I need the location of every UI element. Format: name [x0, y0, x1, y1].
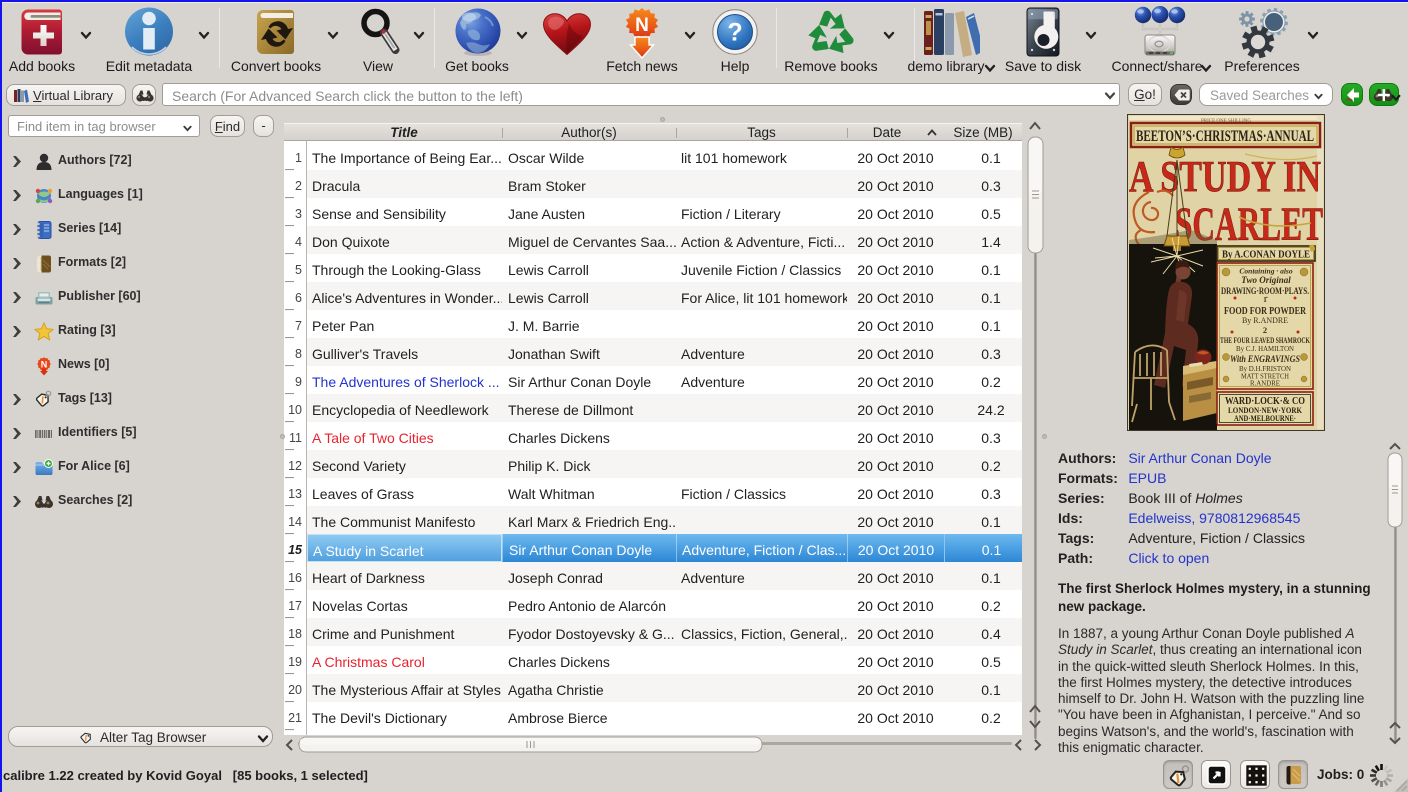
- svg-text:By C.J. HAMILTON: By C.J. HAMILTON: [1236, 344, 1295, 353]
- svg-text:R.ANDRE: R.ANDRE: [1250, 379, 1280, 388]
- svg-text:N: N: [41, 360, 48, 370]
- svg-text:?: ?: [727, 19, 742, 47]
- svg-text:N: N: [635, 15, 649, 36]
- svg-text:Two Original: Two Original: [1241, 275, 1291, 285]
- svg-text:BEETON’S·CHRISTMAS·ANNUAL: BEETON’S·CHRISTMAS·ANNUAL: [1136, 128, 1314, 145]
- svg-text:By A.CONAN DOYLE: By A.CONAN DOYLE: [1222, 249, 1310, 261]
- svg-text:AND·MELBOURNE·: AND·MELBOURNE·: [1234, 414, 1296, 423]
- svg-text:2: 2: [1263, 325, 1267, 335]
- svg-text:With ENGRAVINGS: With ENGRAVINGS: [1230, 354, 1300, 364]
- svg-text:By R.ANDRE: By R.ANDRE: [1242, 316, 1288, 325]
